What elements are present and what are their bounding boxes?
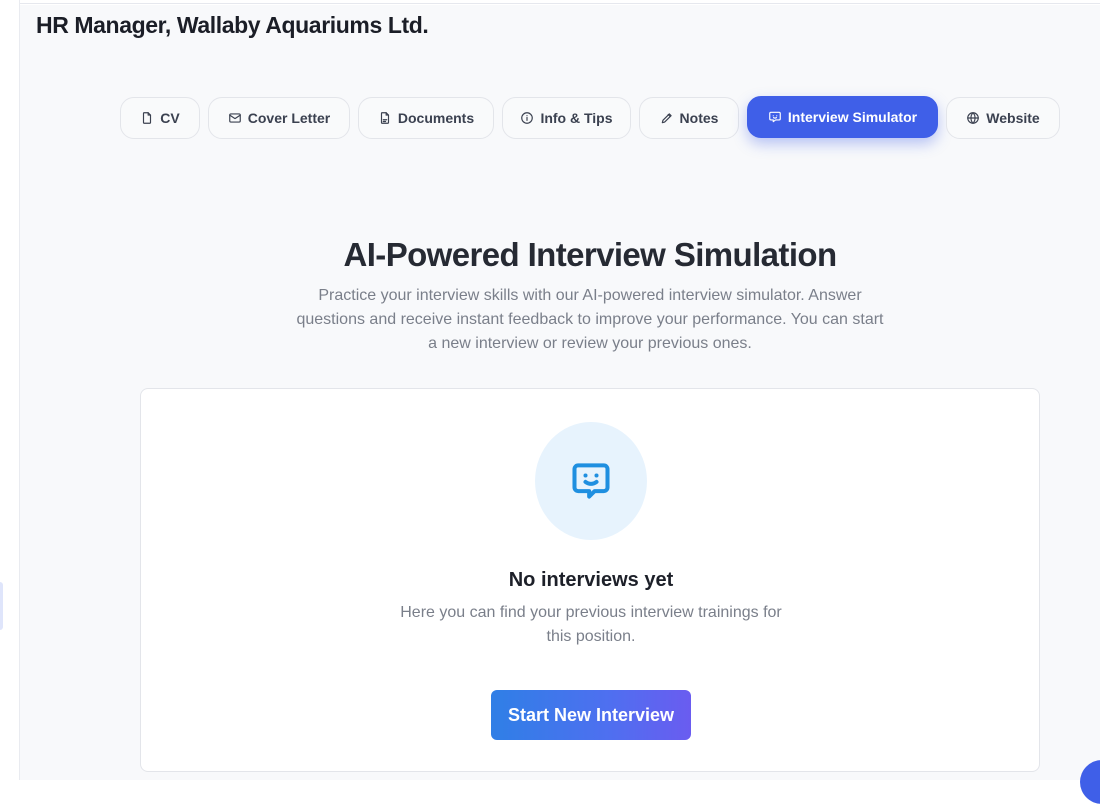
tab-cv[interactable]: CV — [120, 97, 200, 139]
tab-label: Info & Tips — [540, 110, 613, 126]
tab-interview-simulator[interactable]: Interview Simulator — [747, 96, 938, 138]
chat-bubble-icon — [769, 111, 781, 123]
sidebar-active-marker — [0, 582, 3, 630]
tab-label: CV — [160, 110, 180, 126]
file-icon — [143, 112, 152, 124]
section-description: Practice your interview skills with our … — [296, 287, 884, 352]
empty-state-title: No interviews yet — [508, 569, 674, 591]
empty-state-description: Here you can find your previous intervie… — [400, 604, 782, 645]
tab-website[interactable]: Website — [946, 97, 1060, 139]
pdf-file-icon — [380, 112, 389, 124]
info-icon — [521, 112, 534, 124]
empty-state-icon-circle — [535, 422, 647, 540]
tab-label: Interview Simulator — [787, 109, 918, 125]
tab-info-tips[interactable]: Info & Tips — [502, 97, 631, 139]
smiling-chat-icon — [572, 463, 610, 499]
tab-label: Notes — [679, 110, 719, 126]
tab-label: Documents — [397, 110, 475, 126]
globe-icon — [967, 112, 980, 124]
tab-label: Website — [986, 110, 1040, 126]
tab-label: Cover Letter — [247, 110, 331, 126]
tab-notes[interactable]: Notes — [639, 97, 739, 139]
start-new-interview-button[interactable]: Start New Interview — [491, 690, 691, 740]
left-sidebar-rail — [0, 0, 20, 780]
mail-icon — [228, 113, 241, 123]
tab-documents[interactable]: Documents — [358, 97, 494, 139]
tab-cover-letter[interactable]: Cover Letter — [208, 97, 350, 139]
top-border — [0, 0, 1100, 4]
section-heading: AI-Powered Interview Simulation — [343, 236, 838, 273]
pencil-icon — [661, 113, 672, 124]
page-title: HR Manager, Wallaby Aquariums Ltd. — [36, 12, 429, 38]
empty-state-card: No interviews yet Here you can find your… — [140, 388, 1040, 772]
